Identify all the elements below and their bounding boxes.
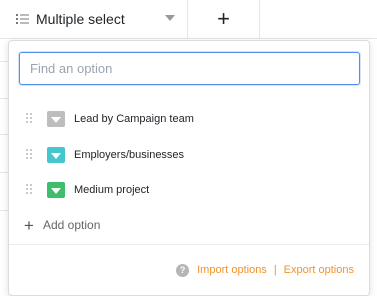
- caret-down-icon: [51, 117, 61, 123]
- option-color-swatch[interactable]: [47, 147, 65, 163]
- row-divider: [0, 61, 8, 62]
- help-icon[interactable]: ?: [176, 263, 190, 277]
- option-item[interactable]: Employers/businesses: [9, 140, 369, 170]
- footer-divider: [9, 244, 369, 245]
- export-options-link[interactable]: Export options: [284, 264, 354, 276]
- caret-down-icon: [51, 153, 61, 159]
- import-options-link[interactable]: Import options: [197, 264, 267, 276]
- option-color-swatch[interactable]: [47, 182, 65, 198]
- options-footer: ? Import options | Export options: [176, 262, 354, 278]
- chevron-down-icon[interactable]: [165, 15, 175, 21]
- row-divider: [0, 134, 8, 135]
- add-option-label: Add option: [43, 218, 101, 232]
- caret-down-icon: [51, 188, 61, 194]
- drag-handle-icon[interactable]: [26, 184, 34, 196]
- select-options-popup: Lead by Campaign team Employers/business…: [8, 40, 370, 296]
- plus-icon: +: [217, 6, 230, 31]
- row-divider: [0, 172, 8, 173]
- option-color-swatch[interactable]: [47, 111, 65, 127]
- option-label: Employers/businesses: [74, 149, 185, 161]
- add-option-button[interactable]: + Add option: [23, 214, 100, 236]
- drag-handle-icon[interactable]: [26, 113, 34, 125]
- add-column-button[interactable]: +: [188, 0, 260, 38]
- row-divider: [0, 98, 8, 99]
- option-label: Lead by Campaign team: [74, 113, 194, 125]
- option-item[interactable]: Medium project: [9, 175, 369, 205]
- footer-separator: |: [273, 264, 277, 276]
- column-header-multiple-select[interactable]: Multiple select: [8, 0, 188, 38]
- option-label: Medium project: [74, 184, 150, 196]
- option-item[interactable]: Lead by Campaign team: [9, 104, 369, 134]
- list-icon: [16, 12, 30, 26]
- row-divider: [0, 210, 8, 211]
- row-gutter: [0, 38, 8, 294]
- drag-handle-icon[interactable]: [26, 149, 34, 161]
- find-option-input[interactable]: [19, 52, 360, 85]
- table-header-row: Multiple select +: [0, 0, 377, 39]
- column-title: Multiple select: [36, 11, 125, 27]
- plus-icon: +: [24, 215, 34, 235]
